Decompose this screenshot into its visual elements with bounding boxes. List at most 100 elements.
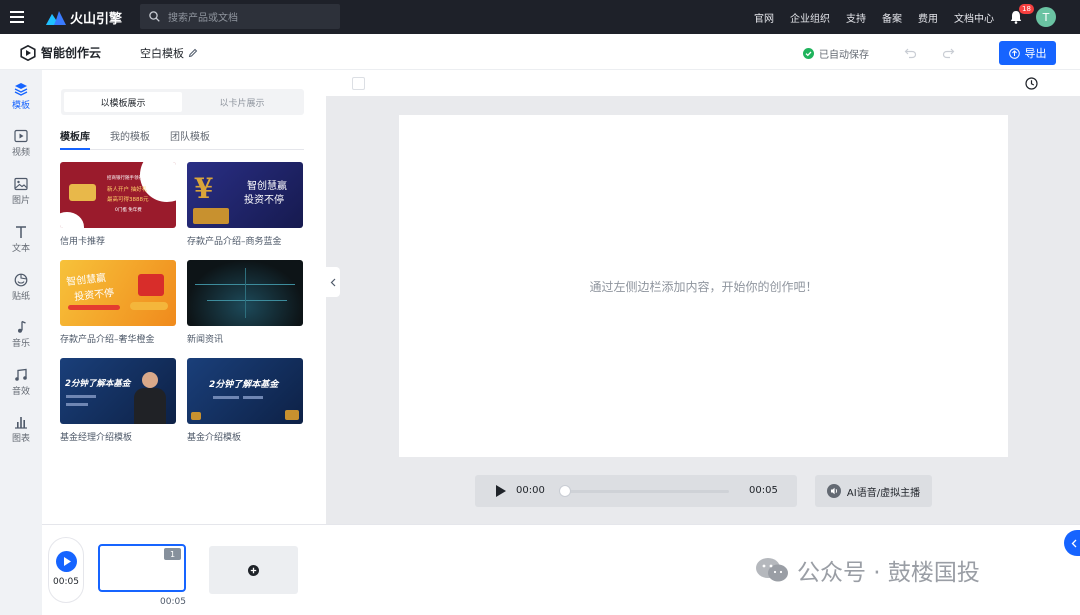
nav-link-docs[interactable]: 文档中心: [954, 10, 994, 25]
canvas-toolbar: [326, 70, 1080, 96]
play-circle-icon[interactable]: [55, 551, 77, 572]
history-clock-icon[interactable]: [1025, 77, 1038, 90]
rail-item-template[interactable]: 模板: [0, 82, 42, 111]
template-card-deposit-blue-gold[interactable]: ¥ 智创慧赢 投资不停 存款产品介绍–商务蓝金: [187, 162, 303, 247]
template-card-fund-manager[interactable]: 2分钟了解本基金 基金经理介绍模板: [60, 358, 176, 443]
timeline: 00:05 1 00:05 公众号 · 鼓楼国投: [42, 524, 1080, 615]
text-icon: [16, 226, 26, 238]
redo-icon[interactable]: [942, 46, 955, 59]
edit-pencil-icon[interactable]: [188, 48, 198, 58]
rail-label-template: 模板: [11, 101, 30, 111]
export-label: 导出: [1024, 47, 1047, 60]
template-card-news[interactable]: 新闻资讯: [187, 260, 303, 345]
ai-voice-anchor-button[interactable]: AI语音/虚拟主播: [815, 475, 932, 507]
app-logo[interactable]: 智能创作云: [20, 44, 101, 61]
thumb-line-2: 投资不停: [244, 195, 284, 206]
total-time: 00:05: [749, 485, 778, 496]
tab-my-templates[interactable]: 我的模板: [110, 128, 150, 150]
thumb-line-1: 招商银行随手领卷: [107, 176, 143, 181]
rail-item-video[interactable]: 视频: [0, 129, 42, 158]
template-label: 信用卡推荐: [60, 237, 106, 247]
nav-link-filing[interactable]: 备案: [882, 10, 902, 25]
thumb-line-2: 新人开户 抽好礼: [107, 187, 148, 193]
canvas-select-checkbox[interactable]: [352, 77, 365, 90]
notification-badge: 18: [1019, 4, 1034, 14]
collapse-panel-button[interactable]: [326, 267, 340, 297]
template-thumbnail: ¥ 智创慧赢 投资不停: [187, 162, 303, 228]
person-suit-graphic: [134, 388, 166, 424]
view-toggle: 以模板展示 以卡片展示: [61, 89, 304, 115]
wechat-logo-icon: [756, 558, 788, 582]
rail-label-text: 文本: [11, 244, 30, 254]
yen-symbol: ¥: [194, 172, 214, 205]
image-icon: [14, 177, 28, 191]
thumb-line-1: 智创慧赢: [247, 181, 287, 192]
rail-item-text[interactable]: 文本: [0, 225, 42, 254]
timeline-total-time: 00:05: [53, 577, 79, 587]
user-avatar[interactable]: T: [1036, 7, 1056, 27]
template-icon: [14, 83, 28, 96]
progress-handle[interactable]: [559, 485, 571, 497]
hamburger-menu-icon[interactable]: [10, 9, 24, 25]
export-button[interactable]: 导出: [999, 41, 1056, 65]
view-toggle-template[interactable]: 以模板展示: [64, 92, 182, 112]
template-label: 存款产品介绍–奢华橙金: [60, 335, 155, 345]
stage-hint-text: 通过左侧边栏添加内容，开始你的创作吧！: [589, 279, 818, 294]
autosave-text: 已自动保存: [819, 50, 869, 61]
document-title-text: 空白模板: [140, 47, 184, 60]
rail-label-sticker: 贴纸: [11, 292, 30, 302]
rail-item-image[interactable]: 图片: [0, 177, 42, 206]
document-title[interactable]: 空白模板: [140, 45, 198, 61]
template-card-credit-card[interactable]: 招商银行随手领卷 新人开户 抽好礼 最高可得3888元 0门槛 免年费 信用卡推…: [60, 162, 176, 247]
left-tool-rail: 模板 视频 图片 文本 贴纸 音乐 音效 图表: [0, 70, 42, 615]
editing-stage[interactable]: 通过左侧边栏添加内容，开始你的创作吧！: [399, 115, 1008, 457]
watermark-text: 公众号 · 鼓楼国投: [797, 560, 980, 586]
nav-link-support[interactable]: 支持: [846, 10, 866, 25]
scene-duration: 00:05: [160, 597, 186, 607]
rail-item-chart[interactable]: 图表: [0, 415, 42, 444]
sound-effect-icon: [15, 368, 27, 381]
add-scene-button[interactable]: [209, 546, 298, 594]
search-icon: [149, 11, 160, 22]
template-card-deposit-orange-gold[interactable]: 智创慧赢 投资不停 存款产品介绍–奢华橙金: [60, 260, 176, 345]
editor-header: 智能创作云 空白模板 已自动保存 导出: [0, 34, 1080, 70]
rail-item-music[interactable]: 音乐: [0, 320, 42, 349]
thumb-line-1: 2分钟了解本基金: [65, 379, 131, 389]
brand-logo-link[interactable]: 火山引擎: [46, 8, 122, 27]
nav-link-billing[interactable]: 费用: [918, 10, 938, 25]
template-label: 基金经理介绍模板: [60, 433, 133, 443]
scene-thumbnail[interactable]: 1: [98, 544, 186, 592]
scene-number-badge: 1: [164, 548, 181, 560]
progress-track[interactable]: [565, 490, 729, 493]
template-tabs: 模板库 我的模板 团队模板: [60, 128, 304, 150]
app-name: 智能创作云: [41, 46, 102, 60]
rail-item-sticker[interactable]: 贴纸: [0, 273, 42, 302]
tab-template-library[interactable]: 模板库: [60, 128, 90, 150]
notification-button[interactable]: 18: [1010, 4, 1034, 25]
search-placeholder: 搜索产品或文档: [168, 13, 238, 24]
timeline-play-control[interactable]: 00:05: [48, 537, 84, 603]
rail-label-video: 视频: [11, 148, 30, 158]
person-head-graphic: [142, 372, 158, 388]
thumb-line-1: 2分钟了解本基金: [209, 380, 279, 390]
canvas-area: 通过左侧边栏添加内容，开始你的创作吧！ 00:00 00:05 AI语音/虚拟主…: [326, 70, 1080, 524]
music-icon: [18, 320, 26, 333]
template-thumbnail: 2分钟了解本基金: [187, 358, 303, 424]
search-input[interactable]: 搜索产品或文档: [140, 4, 340, 29]
view-toggle-card[interactable]: 以卡片展示: [183, 92, 301, 112]
rail-label-image: 图片: [11, 196, 30, 206]
undo-icon[interactable]: [904, 46, 917, 59]
chevron-left-icon: [1071, 539, 1077, 547]
nav-link-official[interactable]: 官网: [754, 10, 774, 25]
chart-icon: [15, 417, 27, 429]
rail-item-sound-effect[interactable]: 音效: [0, 368, 42, 397]
tab-team-templates[interactable]: 团队模板: [170, 128, 210, 150]
top-navbar: 火山引擎 搜索产品或文档 官网 企业组织 支持 备案 费用 文档中心 18 T: [0, 0, 1080, 34]
sticker-icon: [14, 273, 28, 287]
credit-card-graphic: [69, 184, 96, 201]
play-icon[interactable]: [495, 484, 507, 498]
template-card-fund-intro[interactable]: 2分钟了解本基金 基金介绍模板: [187, 358, 303, 443]
expand-side-panel-button[interactable]: [1064, 530, 1080, 556]
autosave-status: 已自动保存: [803, 46, 869, 61]
nav-link-organization[interactable]: 企业组织: [790, 10, 830, 25]
